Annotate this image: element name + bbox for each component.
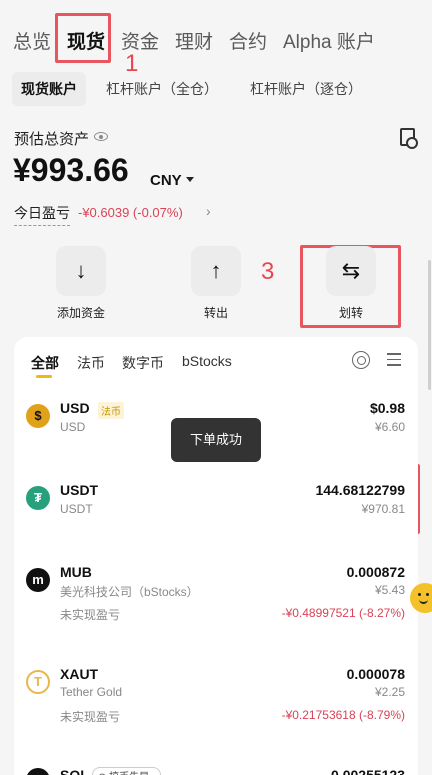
list-item-sol[interactable]: S SOL 0.00255123 (14, 764, 418, 775)
caret-down-icon[interactable] (186, 177, 194, 182)
total-balance: ¥993.66 (13, 152, 129, 188)
coin-value: ¥970.81 (361, 502, 405, 516)
list-item-usdt[interactable]: ₮ USDT USDT 144.68122799 ¥970.81 (14, 478, 418, 528)
unrealized-pnl-value: -¥0.48997521 (-8.27%) (281, 606, 405, 620)
transfer-button[interactable]: ⇆ 划转 (311, 246, 391, 321)
today-pnl-label[interactable]: 今日盈亏 (14, 203, 70, 226)
list-item-mub[interactable]: m MUB 美光科技公司（bStocks） 0.000872 ¥5.43 未实现… (14, 560, 418, 630)
currency-selector[interactable]: CNY (150, 172, 182, 189)
tab-alpha-account[interactable]: Alpha 账户 (283, 27, 375, 54)
withdraw-label: 转出 (203, 306, 228, 320)
tab-margin-isolated[interactable]: 杠杆账户（逐仓） (241, 72, 371, 106)
annotation-number-3: 3 (261, 258, 275, 285)
tab-spot-account[interactable]: 现货账户 (12, 72, 86, 106)
eye-icon[interactable] (94, 132, 108, 141)
coin-name: USDT (60, 502, 93, 516)
transfer-label: 划转 (338, 306, 363, 320)
chevron-right-icon[interactable]: › (206, 203, 211, 219)
coin-symbol: SOL (60, 767, 89, 775)
withdraw-button[interactable]: ↑ 转出 (176, 246, 256, 321)
coin-symbol: USD (60, 400, 90, 416)
estimated-assets-label: 预估总资产 (14, 131, 90, 148)
coin-amount: 0.000872 (346, 564, 405, 580)
order-success-toast: 下单成功 (171, 418, 261, 462)
coin-symbol: MUB (60, 564, 92, 580)
tab-margin-cross[interactable]: 杠杆账户（全仓） (97, 72, 227, 106)
mub-coin-icon: m (26, 568, 50, 592)
coin-symbol: USDT (60, 482, 99, 498)
filter-fiat[interactable]: 法币 (77, 353, 105, 373)
add-funds-label: 添加资金 (56, 306, 105, 320)
filter-bstocks[interactable]: bStocks (182, 353, 232, 369)
coin-name: Tether Gold (60, 685, 123, 699)
active-filter-indicator (36, 375, 52, 378)
usd-coin-icon: $ (26, 404, 50, 428)
annotation-box-spot-tab (55, 13, 111, 63)
scrollbar[interactable] (428, 260, 431, 390)
tab-overview[interactable]: 总览 (13, 27, 51, 54)
unrealized-pnl-value: -¥0.21753618 (-8.79%) (281, 708, 405, 722)
filter-crypto[interactable]: 数字币 (122, 353, 164, 373)
sol-promo-tag[interactable]: ⊕ 搞币先早 › (92, 767, 162, 775)
tab-earn[interactable]: 理财 (175, 27, 213, 54)
menu-icon[interactable] (387, 353, 401, 370)
filter-all[interactable]: 全部 (31, 353, 59, 373)
today-pnl-value: -¥0.6039 (-0.07%) (78, 205, 183, 220)
sol-coin-icon: S (26, 768, 50, 775)
fiat-badge: 法币 (98, 402, 124, 419)
target-icon[interactable] (352, 351, 370, 369)
coin-value: ¥5.43 (374, 583, 405, 597)
arrow-up-icon: ↑ (191, 246, 241, 296)
coin-amount: 0.00255123 (331, 767, 405, 775)
add-funds-button[interactable]: ↓ 添加资金 (41, 246, 121, 321)
history-icon[interactable] (400, 128, 418, 149)
unrealized-pnl-label: 未实现盈亏 (60, 608, 121, 622)
coin-value: ¥6.60 (374, 420, 405, 434)
coin-symbol: XAUT (60, 666, 99, 682)
xaut-coin-icon: T (26, 670, 50, 694)
coin-amount: 0.000078 (346, 666, 405, 682)
tab-futures[interactable]: 合约 (229, 27, 267, 54)
coin-name: USD (60, 420, 86, 434)
arrow-down-icon: ↓ (56, 246, 106, 296)
coin-amount: $0.98 (369, 400, 405, 416)
transfer-icon: ⇆ (326, 246, 376, 296)
unrealized-pnl-label: 未实现盈亏 (60, 710, 121, 724)
usdt-coin-icon: ₮ (26, 486, 50, 510)
coin-name: 美光科技公司（bStocks） (60, 585, 199, 599)
list-item-xaut[interactable]: T XAUT Tether Gold 0.000078 ¥2.25 未实现盈亏 … (14, 662, 418, 732)
coin-value: ¥2.25 (374, 685, 405, 699)
smiley-face-icon[interactable] (410, 583, 432, 613)
coin-amount: 144.68122799 (315, 482, 405, 498)
